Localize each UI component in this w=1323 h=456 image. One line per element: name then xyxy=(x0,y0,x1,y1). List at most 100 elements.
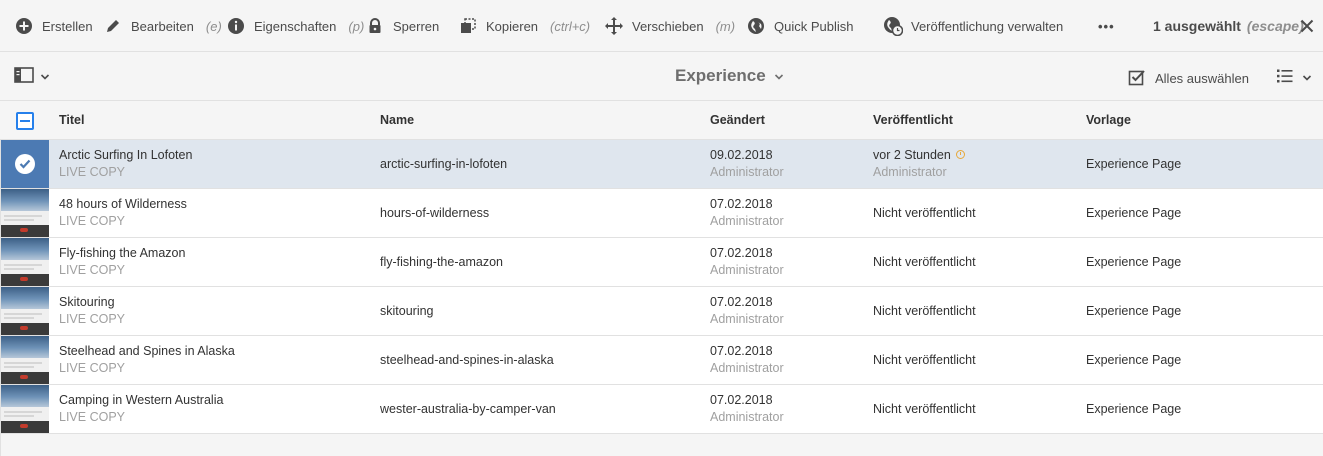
title-cell: Fly-fishing the Amazon LIVE COPY xyxy=(59,245,185,279)
view-switcher-button[interactable] xyxy=(1276,68,1312,87)
checkmark-icon xyxy=(14,154,35,174)
row-subtitle: LIVE COPY xyxy=(59,165,125,179)
table-row[interactable]: Camping in Western Australia LIVE COPY w… xyxy=(0,385,1323,434)
column-header-title[interactable]: Titel xyxy=(59,113,84,127)
page-title-menu[interactable]: Experience xyxy=(675,66,784,86)
select-all-button[interactable]: Alles auswählen xyxy=(1128,68,1249,89)
row-name: skitouring xyxy=(380,304,434,318)
row-subtitle: LIVE COPY xyxy=(59,214,125,228)
published-cell: Nicht veröffentlicht xyxy=(873,352,976,369)
row-modified-date: 09.02.2018 xyxy=(710,148,773,162)
table-border xyxy=(0,140,1,456)
row-modified-date: 07.02.2018 xyxy=(710,295,773,309)
row-title: Arctic Surfing In Lofoten xyxy=(59,148,193,162)
title-cell: Steelhead and Spines in Alaska LIVE COPY xyxy=(59,343,235,377)
page-title: Experience xyxy=(675,66,766,85)
selection-shortcut: (escape) xyxy=(1246,18,1304,34)
title-cell: Arctic Surfing In Lofoten LIVE COPY xyxy=(59,147,192,181)
column-header-name[interactable]: Name xyxy=(380,113,414,127)
table-row[interactable]: Arctic Surfing In Lofoten LIVE COPY arct… xyxy=(0,140,1323,189)
copy-shortcut: (ctrl+c) xyxy=(550,18,591,34)
row-modified-date: 07.02.2018 xyxy=(710,246,773,260)
published-cell: Nicht veröffentlicht xyxy=(873,303,976,320)
template-cell: Experience Page xyxy=(1086,156,1181,173)
table-row[interactable]: Fly-fishing the Amazon LIVE COPY fly-fis… xyxy=(0,238,1323,287)
published-cell: Nicht veröffentlicht xyxy=(873,205,976,222)
row-subtitle: LIVE COPY xyxy=(59,361,125,375)
table-header: Titel Name Geändert Veröffentlicht Vorla… xyxy=(0,101,1323,140)
name-cell: steelhead-and-spines-in-alaska xyxy=(380,352,554,369)
table-row[interactable]: Steelhead and Spines in Alaska LIVE COPY… xyxy=(0,336,1323,385)
close-icon xyxy=(1297,16,1317,36)
name-cell: wester-australia-by-camper-van xyxy=(380,401,556,418)
edit-button[interactable]: Bearbeiten (e) xyxy=(103,0,222,52)
quick-publish-button[interactable]: Quick Publish xyxy=(746,0,853,52)
row-subtitle: LIVE COPY xyxy=(59,263,125,277)
template-cell: Experience Page xyxy=(1086,303,1181,320)
close-selection-button[interactable] xyxy=(1297,0,1317,52)
selection-count: 1 ausgewählt (escape) xyxy=(1153,0,1304,52)
row-template: Experience Page xyxy=(1086,402,1182,416)
row-name: fly-fishing-the-amazon xyxy=(380,255,503,269)
more-icon: ••• xyxy=(1098,18,1115,34)
modified-cell: 07.02.2018 Administrator xyxy=(710,392,784,426)
copy-button[interactable]: Kopieren (ctrl+c) xyxy=(458,0,590,52)
lock-button[interactable]: Sperren xyxy=(365,0,439,52)
row-published-status: vor 2 Stunden xyxy=(873,148,951,162)
template-cell: Experience Page xyxy=(1086,401,1181,418)
row-title: Steelhead and Spines in Alaska xyxy=(59,344,235,358)
title-cell: 48 hours of Wilderness LIVE COPY xyxy=(59,196,187,230)
modified-cell: 09.02.2018 Administrator xyxy=(710,147,784,181)
header-select-checkbox[interactable] xyxy=(16,112,34,130)
row-modified-date: 07.02.2018 xyxy=(710,344,773,358)
row-title: 48 hours of Wilderness xyxy=(59,197,187,211)
create-button[interactable]: Erstellen xyxy=(14,0,93,52)
page-thumbnail[interactable] xyxy=(0,189,49,237)
row-name: arctic-surfing-in-lofoten xyxy=(380,157,508,171)
list-view-icon xyxy=(1276,68,1294,87)
move-label: Verschieben xyxy=(632,18,704,34)
row-template: Experience Page xyxy=(1086,353,1182,367)
properties-button[interactable]: Eigenschaften (p) xyxy=(226,0,364,52)
row-name: steelhead-and-spines-in-alaska xyxy=(380,353,554,367)
template-cell: Experience Page xyxy=(1086,254,1181,271)
modified-cell: 07.02.2018 Administrator xyxy=(710,196,784,230)
row-template: Experience Page xyxy=(1086,206,1182,220)
indeterminate-icon xyxy=(20,120,30,122)
column-header-modified[interactable]: Geändert xyxy=(710,113,765,127)
add-circle-icon xyxy=(14,16,34,36)
row-template: Experience Page xyxy=(1086,157,1182,171)
page-thumbnail[interactable] xyxy=(0,287,49,335)
row-name: hours-of-wilderness xyxy=(380,206,490,220)
row-template: Experience Page xyxy=(1086,304,1182,318)
quick-publish-label: Quick Publish xyxy=(774,18,854,34)
rail-toggle-button[interactable] xyxy=(14,67,50,86)
checkbox-icon xyxy=(1128,68,1146,89)
column-header-template[interactable]: Vorlage xyxy=(1086,113,1131,127)
name-cell: arctic-surfing-in-lofoten xyxy=(380,156,507,173)
copy-icon xyxy=(458,16,478,36)
properties-shortcut: (p) xyxy=(348,18,365,34)
row-modified-by: Administrator xyxy=(710,214,784,228)
table-row[interactable]: 48 hours of Wilderness LIVE COPY hours-o… xyxy=(0,189,1323,238)
row-published-status: Nicht veröffentlicht xyxy=(873,206,976,220)
more-actions-button[interactable]: ••• xyxy=(1098,0,1115,52)
row-published-status: Nicht veröffentlicht xyxy=(873,353,976,367)
title-cell: Skitouring LIVE COPY xyxy=(59,294,125,328)
column-header-published[interactable]: Veröffentlicht xyxy=(873,113,953,127)
page-thumbnail[interactable] xyxy=(0,385,49,433)
row-modified-by: Administrator xyxy=(710,361,784,375)
name-cell: fly-fishing-the-amazon xyxy=(380,254,503,271)
move-button[interactable]: Verschieben (m) xyxy=(604,0,735,52)
table-row[interactable]: Skitouring LIVE COPY skitouring 07.02.20… xyxy=(0,287,1323,336)
modified-cell: 07.02.2018 Administrator xyxy=(710,343,784,377)
lock-label: Sperren xyxy=(393,18,440,34)
page-thumbnail[interactable] xyxy=(0,336,49,384)
edit-label: Bearbeiten xyxy=(131,18,194,34)
row-published-status: Nicht veröffentlicht xyxy=(873,402,976,416)
manage-publication-button[interactable]: Veröffentlichung verwalten xyxy=(883,0,1063,52)
globe-icon xyxy=(746,16,766,36)
page-thumbnail[interactable] xyxy=(0,238,49,286)
template-cell: Experience Page xyxy=(1086,205,1181,222)
row-selected-checkbox[interactable] xyxy=(0,140,49,188)
